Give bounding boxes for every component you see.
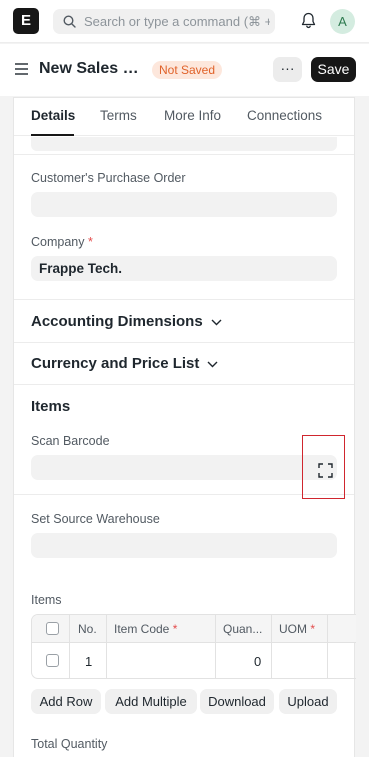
- more-actions-button[interactable]: ···: [273, 57, 302, 82]
- required-mark: *: [172, 622, 178, 636]
- column-divider: [106, 615, 107, 678]
- tab-terms[interactable]: Terms: [100, 108, 137, 123]
- scan-barcode-input[interactable]: [31, 455, 337, 480]
- form-card: Details Terms More Info Connections Cust…: [13, 97, 356, 757]
- accounting-dimensions-title: Accounting Dimensions: [31, 313, 203, 330]
- currency-price-list-title: Currency and Price List: [31, 355, 200, 372]
- upload-button[interactable]: Upload: [279, 689, 337, 714]
- form-tabs: Details Terms More Info Connections: [14, 98, 354, 136]
- hamburger-menu-icon[interactable]: [15, 63, 28, 75]
- download-button[interactable]: Download: [200, 689, 274, 714]
- tab-details[interactable]: Details: [31, 108, 75, 123]
- section-divider: [14, 299, 354, 300]
- customer-po-label: Customer's Purchase Order: [31, 171, 186, 185]
- section-divider: [14, 154, 354, 155]
- highlight-box: [302, 435, 345, 499]
- active-tab-indicator: [31, 134, 74, 136]
- user-avatar[interactable]: A: [330, 9, 355, 34]
- tab-connections[interactable]: Connections: [247, 108, 322, 123]
- accounting-dimensions-section[interactable]: Accounting Dimensions: [31, 313, 222, 330]
- total-quantity-label: Total Quantity: [31, 737, 108, 751]
- customer-po-input[interactable]: [31, 192, 337, 217]
- column-divider: [69, 615, 70, 678]
- page-title: New Sales Order: [39, 60, 144, 77]
- items-table: No. Item Code * Quan... UOM * 1 0: [31, 614, 356, 679]
- search-icon: [63, 15, 76, 28]
- search-bar[interactable]: Search or type a command (⌘ + G): [53, 9, 275, 34]
- items-section-title: Items: [31, 398, 71, 415]
- page-header: New Sales Order Not Saved ··· Save: [0, 44, 369, 96]
- column-header-quantity[interactable]: Quan...: [223, 622, 262, 636]
- company-label-text: Company: [31, 235, 85, 249]
- company-input[interactable]: Frappe Tech.: [31, 256, 337, 281]
- section-divider: [14, 384, 354, 385]
- bell-icon[interactable]: [301, 12, 316, 29]
- item-code-header-text: Item Code: [114, 622, 170, 636]
- uom-header-text: UOM: [279, 622, 307, 636]
- source-warehouse-input[interactable]: [31, 533, 337, 558]
- column-divider: [271, 615, 272, 678]
- row-number: 1: [85, 654, 93, 669]
- chevron-down-icon: [207, 361, 218, 368]
- company-value: Frappe Tech.: [39, 261, 123, 276]
- items-table-label: Items: [31, 593, 62, 607]
- status-badge: Not Saved: [152, 61, 223, 79]
- company-label: Company *: [31, 235, 93, 249]
- column-header-uom[interactable]: UOM *: [279, 622, 315, 636]
- required-mark: *: [310, 622, 316, 636]
- navbar: E Search or type a command (⌘ + G) A: [0, 0, 369, 43]
- currency-price-list-section[interactable]: Currency and Price List: [31, 355, 218, 372]
- column-header-item-code[interactable]: Item Code *: [114, 622, 177, 636]
- previous-field-input[interactable]: [31, 137, 337, 151]
- row-checkbox[interactable]: [46, 654, 59, 667]
- search-placeholder: Search or type a command (⌘ + G): [84, 14, 270, 29]
- select-all-checkbox[interactable]: [46, 622, 59, 635]
- app-logo[interactable]: E: [13, 8, 39, 34]
- chevron-down-icon: [211, 319, 222, 326]
- add-multiple-button[interactable]: Add Multiple: [105, 689, 197, 714]
- column-divider: [215, 615, 216, 678]
- add-row-button[interactable]: Add Row: [31, 689, 101, 714]
- section-divider: [14, 342, 354, 343]
- required-mark: *: [87, 235, 93, 249]
- tab-more-info[interactable]: More Info: [164, 108, 221, 123]
- source-warehouse-label: Set Source Warehouse: [31, 512, 160, 526]
- scan-barcode-label: Scan Barcode: [31, 434, 110, 448]
- column-header-no: No.: [78, 622, 97, 636]
- column-divider: [327, 615, 328, 678]
- table-header-row: No. Item Code * Quan... UOM *: [32, 615, 356, 643]
- quantity-cell[interactable]: 0: [254, 654, 261, 669]
- save-button[interactable]: Save: [311, 57, 356, 82]
